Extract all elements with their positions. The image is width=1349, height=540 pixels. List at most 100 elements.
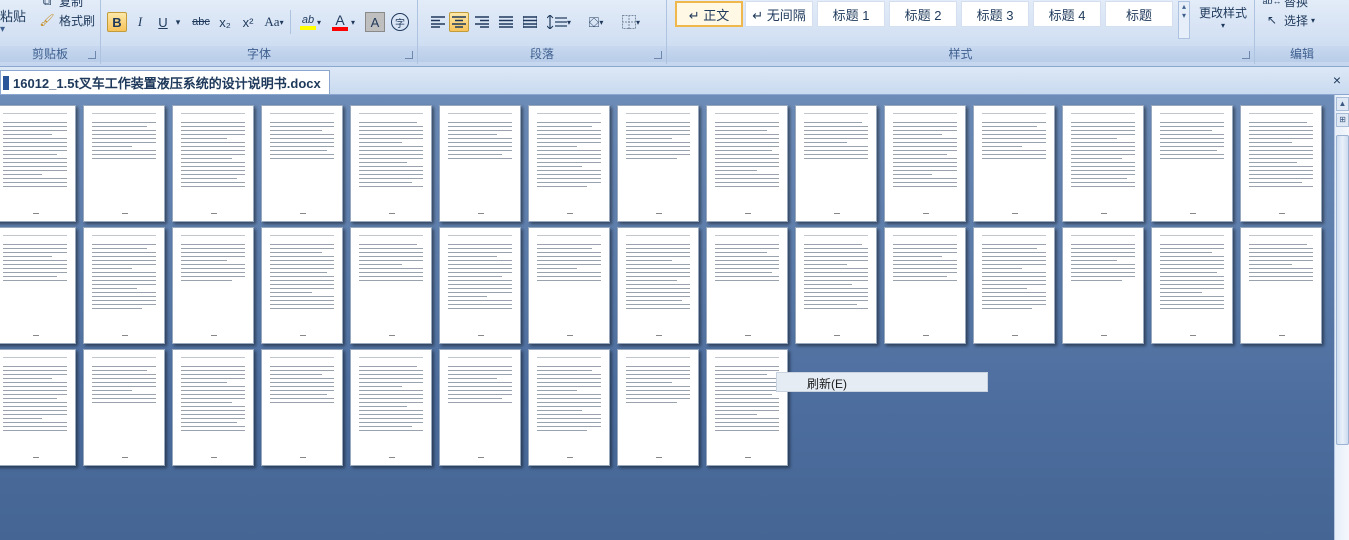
page-thumbnail[interactable] — [795, 105, 877, 222]
text-line — [448, 256, 497, 257]
page-thumbnail[interactable] — [617, 227, 699, 344]
text-line — [537, 170, 601, 171]
align-left-icon — [431, 16, 445, 28]
enclose-characters-button[interactable]: 字 — [391, 13, 409, 31]
page-thumbnail[interactable] — [350, 349, 432, 466]
page-thumbnail[interactable] — [884, 105, 966, 222]
text-line — [181, 186, 245, 187]
page-thumbnail[interactable] — [706, 227, 788, 344]
page-thumbnail[interactable] — [1151, 105, 1233, 222]
shading-button[interactable]: ⛋ ▾ — [580, 12, 612, 32]
styles-gallery-scroll[interactable]: ▴ ▾ — [1178, 1, 1190, 39]
superscript-button[interactable]: x² — [238, 12, 258, 32]
change-styles-button[interactable]: 更改样式 ▾ — [1199, 4, 1247, 30]
replace-button[interactable]: ab↔ 替换 — [1263, 0, 1309, 10]
page-thumbnail[interactable] — [528, 349, 610, 466]
chevron-down-icon[interactable]: ▾ — [349, 12, 357, 32]
page-thumbnail[interactable] — [172, 349, 254, 466]
page-thumbnail[interactable] — [172, 227, 254, 344]
page-thumbnail[interactable] — [973, 227, 1055, 344]
page-thumbnail[interactable] — [172, 105, 254, 222]
page-thumbnail[interactable] — [261, 105, 343, 222]
page-thumbnail[interactable] — [261, 349, 343, 466]
paste-dropdown[interactable]: ▾ — [0, 24, 5, 35]
underline-dropdown-icon[interactable]: ▾ — [173, 12, 183, 32]
page-thumbnail[interactable] — [884, 227, 966, 344]
refresh-menu-item[interactable]: 刷新(E) — [807, 375, 847, 392]
page-thumbnail[interactable] — [795, 227, 877, 344]
style-heading-2[interactable]: 标题 2 — [889, 1, 957, 27]
page-thumbnail-workspace[interactable] — [0, 95, 1334, 540]
font-color-button[interactable]: A — [329, 12, 351, 32]
align-center-button[interactable] — [449, 12, 469, 32]
page-thumbnail[interactable] — [1062, 105, 1144, 222]
chevron-down-icon[interactable]: ▾ — [315, 12, 323, 32]
text-line — [893, 142, 957, 143]
select-button[interactable]: ↖ 选择 ▾ — [1263, 11, 1315, 29]
page-thumbnail[interactable] — [1151, 227, 1233, 344]
paragraph-launcher-icon[interactable] — [654, 51, 662, 59]
page-thumbnail[interactable] — [83, 349, 165, 466]
style-heading-3[interactable]: 标题 3 — [961, 1, 1029, 27]
text-line — [1071, 154, 1135, 155]
page-thumbnail[interactable] — [83, 105, 165, 222]
style-title[interactable]: 标题 — [1105, 1, 1173, 27]
scrollbar-thumb[interactable] — [1336, 135, 1349, 445]
page-thumbnail[interactable] — [350, 105, 432, 222]
character-shading-button[interactable]: A — [365, 12, 385, 32]
page-number-mark — [389, 335, 395, 336]
format-painter-button[interactable]: 🖌 格式刷 — [38, 11, 95, 29]
scroll-up-icon[interactable]: ▲ — [1336, 97, 1349, 111]
page-thumbnail[interactable] — [617, 105, 699, 222]
align-left-button[interactable] — [428, 12, 448, 32]
bold-button[interactable]: B — [107, 12, 127, 32]
text-line — [1160, 268, 1224, 269]
text-line — [982, 268, 1022, 269]
page-thumbnail[interactable] — [350, 227, 432, 344]
page-thumbnail[interactable] — [617, 349, 699, 466]
align-right-button[interactable] — [472, 12, 492, 32]
page-thumbnail[interactable] — [261, 227, 343, 344]
ruler-toggle-icon[interactable]: ⊞ — [1336, 113, 1349, 127]
text-line — [1071, 244, 1135, 245]
page-thumbnail[interactable] — [439, 105, 521, 222]
text-line — [715, 390, 779, 391]
change-case-button[interactable]: Aa ▾ — [261, 12, 287, 32]
vertical-scrollbar[interactable]: ▲ ⊞ — [1334, 95, 1349, 540]
paste-button[interactable]: 粘贴 — [0, 6, 26, 25]
page-thumbnail[interactable] — [706, 349, 788, 466]
text-line — [448, 276, 502, 277]
page-thumbnail[interactable] — [0, 227, 76, 344]
borders-button[interactable]: ▾ — [615, 12, 647, 32]
clipboard-launcher-icon[interactable] — [88, 51, 96, 59]
page-thumbnail[interactable] — [0, 349, 76, 466]
italic-button[interactable]: I — [130, 12, 150, 32]
close-document-icon[interactable]: × — [1329, 72, 1345, 88]
distributed-button[interactable] — [520, 12, 540, 32]
page-thumbnail[interactable] — [439, 227, 521, 344]
page-thumbnail[interactable] — [528, 227, 610, 344]
justify-button[interactable] — [496, 12, 516, 32]
page-header-line — [270, 235, 334, 236]
style-no-spacing[interactable]: ↵ 无间隔 — [745, 1, 813, 27]
line-spacing-button[interactable]: ▾ — [544, 12, 574, 32]
subscript-button[interactable]: x₂ — [215, 12, 235, 32]
page-thumbnail[interactable] — [1240, 227, 1322, 344]
styles-launcher-icon[interactable] — [1242, 51, 1250, 59]
style-heading-1[interactable]: 标题 1 — [817, 1, 885, 27]
strikethrough-button[interactable]: abc — [189, 12, 213, 32]
page-thumbnail[interactable] — [528, 105, 610, 222]
page-thumbnail[interactable] — [973, 105, 1055, 222]
document-tab[interactable]: 16012_1.5t叉车工作装置液压系统的设计说明书.docx — [0, 70, 330, 94]
page-thumbnail[interactable] — [439, 349, 521, 466]
page-thumbnail[interactable] — [83, 227, 165, 344]
style-heading-4[interactable]: 标题 4 — [1033, 1, 1101, 27]
font-launcher-icon[interactable] — [405, 51, 413, 59]
page-thumbnail[interactable] — [1240, 105, 1322, 222]
style-normal[interactable]: ↵ 正文 — [675, 1, 743, 27]
copy-button[interactable]: ⧉ 复制 — [38, 0, 83, 10]
underline-button[interactable]: U — [153, 12, 173, 32]
page-thumbnail[interactable] — [1062, 227, 1144, 344]
page-thumbnail[interactable] — [706, 105, 788, 222]
page-thumbnail[interactable] — [0, 105, 76, 222]
